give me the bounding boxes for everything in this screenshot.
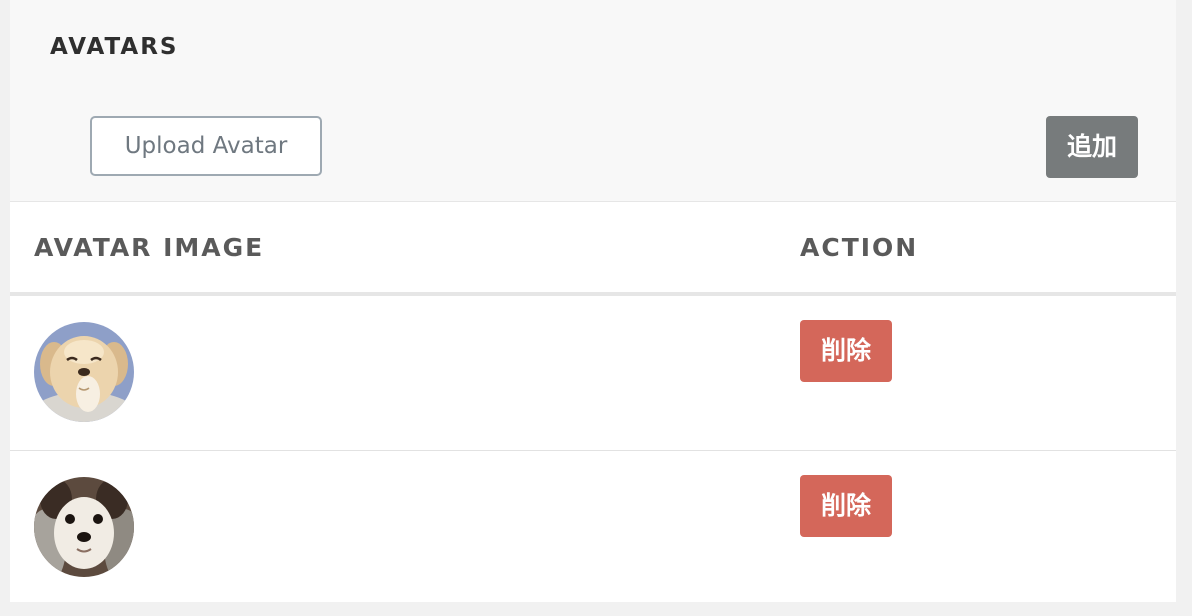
delete-button[interactable]: 削除 xyxy=(800,475,892,537)
avatars-panel: AVATARS Upload Avatar 追加 AVATAR IMAGE AC… xyxy=(10,0,1176,602)
column-header-action: ACTION xyxy=(800,233,919,262)
avatar xyxy=(34,322,134,422)
table-row: 削除 xyxy=(10,296,1176,451)
add-button[interactable]: 追加 xyxy=(1046,116,1138,178)
section-title: AVATARS xyxy=(50,34,179,60)
upload-avatar-button[interactable]: Upload Avatar xyxy=(90,116,322,176)
delete-button[interactable]: 削除 xyxy=(800,320,892,382)
avatar xyxy=(34,477,134,577)
chihuahua-avatar-image xyxy=(34,477,134,577)
puppy-avatar-image xyxy=(34,322,134,422)
column-header-avatar-image: AVATAR IMAGE xyxy=(34,233,265,262)
table-row: 削除 xyxy=(10,451,1176,602)
panel-header: AVATARS Upload Avatar 追加 xyxy=(10,0,1176,202)
